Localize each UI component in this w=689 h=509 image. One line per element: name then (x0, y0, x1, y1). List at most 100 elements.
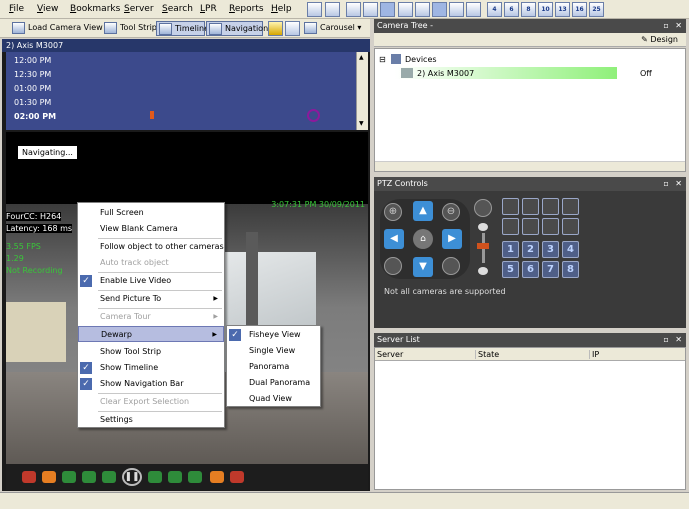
timeline-panel[interactable]: 12:00 PM 12:30 PM 01:00 PM 01:30 PM 02:0… (6, 52, 356, 130)
menu-show-tool-strip[interactable]: Show Tool Strip (78, 344, 224, 360)
lock-icon[interactable] (268, 21, 283, 36)
pan-right-icon[interactable]: ▶ (442, 229, 462, 249)
panel-buttons[interactable]: ▫ ✕ (663, 333, 684, 347)
panel-buttons[interactable]: ▫ ✕ (663, 19, 684, 33)
menu-dewarp[interactable]: Dewarp ▶ (78, 326, 224, 342)
layout-25-button[interactable]: 25 (589, 2, 604, 17)
preset-button[interactable]: 8 (562, 261, 579, 278)
layout-2-icon[interactable] (415, 2, 430, 17)
ptz-function-icon[interactable] (542, 218, 559, 235)
design-button[interactable]: ✎ Design (641, 35, 678, 44)
tree-scrollbar[interactable] (375, 161, 685, 171)
crosshair-icon[interactable] (380, 2, 395, 17)
edit-icon[interactable] (325, 2, 340, 17)
ptz-function-icon[interactable] (502, 198, 519, 215)
menu-follow-object[interactable]: Follow object to other cameras (78, 239, 224, 255)
preset-button[interactable]: 2 (522, 241, 539, 258)
menu-reports[interactable]: Reports (229, 4, 264, 14)
ptz-function-icon[interactable] (542, 198, 559, 215)
scroll-up-icon[interactable]: ▲ (359, 54, 364, 61)
menu-send-picture-to[interactable]: Send Picture To ▶ (78, 291, 224, 307)
skip-end-button[interactable] (230, 471, 244, 483)
fullscreen-icon[interactable] (363, 2, 378, 17)
layout-13-button[interactable]: 13 (555, 2, 570, 17)
carousel-button[interactable]: Carousel ▾ (302, 21, 361, 36)
tree-root-devices[interactable]: Devices (405, 55, 437, 64)
add-icon[interactable] (307, 2, 322, 17)
timeline-scrollbar[interactable]: ▲ ▼ (356, 52, 368, 130)
snapshot-icon[interactable] (285, 21, 300, 36)
layout-1-icon[interactable] (398, 2, 413, 17)
menu-show-navigation-bar[interactable]: ✓ Show Navigation Bar (78, 376, 224, 392)
menu-show-timeline[interactable]: ✓ Show Timeline (78, 360, 224, 376)
panel-buttons[interactable]: ▫ ✕ (663, 177, 684, 191)
ptz-function-icon[interactable] (522, 198, 539, 215)
timeline-button[interactable]: Timeline (156, 21, 209, 36)
auto-icon[interactable] (474, 199, 492, 217)
scroll-down-icon[interactable]: ▼ (359, 120, 364, 127)
play-reverse-button[interactable] (102, 471, 116, 483)
pause-button[interactable]: ❚❚ (122, 468, 142, 486)
tree-expand-icon[interactable]: ⊟ (379, 55, 386, 64)
pan-down-icon[interactable]: ▼ (413, 257, 433, 277)
preset-button[interactable]: 6 (522, 261, 539, 278)
forward-fast-button[interactable] (210, 471, 224, 483)
column-state[interactable]: State (475, 350, 499, 359)
menu-help[interactable]: Help (271, 4, 292, 14)
menu-bookmarks[interactable]: Bookmarks (70, 4, 120, 14)
layout-5-icon[interactable] (466, 2, 481, 17)
preset-button[interactable]: 3 (542, 241, 559, 258)
speed-slider-thumb[interactable] (477, 243, 489, 249)
single-view-icon[interactable] (346, 2, 361, 17)
menu-settings[interactable]: Settings (78, 412, 224, 428)
menu-full-screen[interactable]: Full Screen (78, 205, 224, 221)
dewarp-single-view[interactable]: Single View (227, 343, 320, 359)
pan-up-icon[interactable]: ▲ (413, 201, 433, 221)
menu-lpr[interactable]: LPR (200, 4, 217, 14)
preset-button[interactable]: 1 (502, 241, 519, 258)
ptz-function-icon[interactable] (522, 218, 539, 235)
dewarp-quad-view[interactable]: Quad View (227, 391, 320, 407)
dewarp-fisheye-view[interactable]: ✓ Fisheye View (227, 327, 320, 343)
zoom-in-icon[interactable]: ⊕ (384, 203, 402, 221)
dewarp-dual-panorama[interactable]: Dual Panorama (227, 375, 320, 391)
tool-strip-button[interactable]: Tool Strip (102, 21, 157, 36)
layout-4-icon[interactable] (449, 2, 464, 17)
load-camera-view-button[interactable]: Load Camera View ▾ (10, 21, 109, 36)
skip-start-button[interactable] (22, 471, 36, 483)
fast-forward-button[interactable] (188, 471, 202, 483)
menu-view-blank-camera[interactable]: View Blank Camera (78, 221, 224, 237)
menu-search[interactable]: Search (162, 4, 193, 14)
ptz-function-icon[interactable] (562, 218, 579, 235)
step-forward-button[interactable] (168, 471, 182, 483)
home-icon[interactable]: ⌂ (413, 229, 433, 249)
column-server[interactable]: Server (377, 350, 403, 359)
menu-file[interactable]: File (9, 4, 24, 14)
zoom-out-icon[interactable]: ⊖ (442, 203, 460, 221)
dewarp-panorama[interactable]: Panorama (227, 359, 320, 375)
column-ip[interactable]: IP (589, 350, 599, 359)
menu-view[interactable]: View (37, 4, 58, 14)
step-back-button[interactable] (82, 471, 96, 483)
timeline-cursor[interactable] (307, 109, 320, 122)
menu-server[interactable]: Server (124, 4, 154, 14)
preset-button[interactable]: 7 (542, 261, 559, 278)
layout-3-icon[interactable] (432, 2, 447, 17)
ptz-function-icon[interactable] (502, 218, 519, 235)
pan-left-icon[interactable]: ◀ (384, 229, 404, 249)
layout-10-button[interactable]: 10 (538, 2, 553, 17)
layout-8-button[interactable]: 8 (521, 2, 536, 17)
menu-enable-live-video[interactable]: ✓ Enable Live Video (78, 273, 224, 289)
preset-button[interactable]: 5 (502, 261, 519, 278)
play-button[interactable] (148, 471, 162, 483)
preset-button[interactable]: 4 (562, 241, 579, 258)
ptz-function-icon[interactable] (562, 198, 579, 215)
navigation-button[interactable]: Navigation (206, 21, 268, 36)
rewind-button[interactable] (62, 471, 76, 483)
layout-6-button[interactable]: 6 (504, 2, 519, 17)
focus-far-icon[interactable] (442, 257, 460, 275)
layout-16-button[interactable]: 16 (572, 2, 587, 17)
focus-near-icon[interactable] (384, 257, 402, 275)
layout-4-button[interactable]: 4 (487, 2, 502, 17)
rewind-fast-button[interactable] (42, 471, 56, 483)
